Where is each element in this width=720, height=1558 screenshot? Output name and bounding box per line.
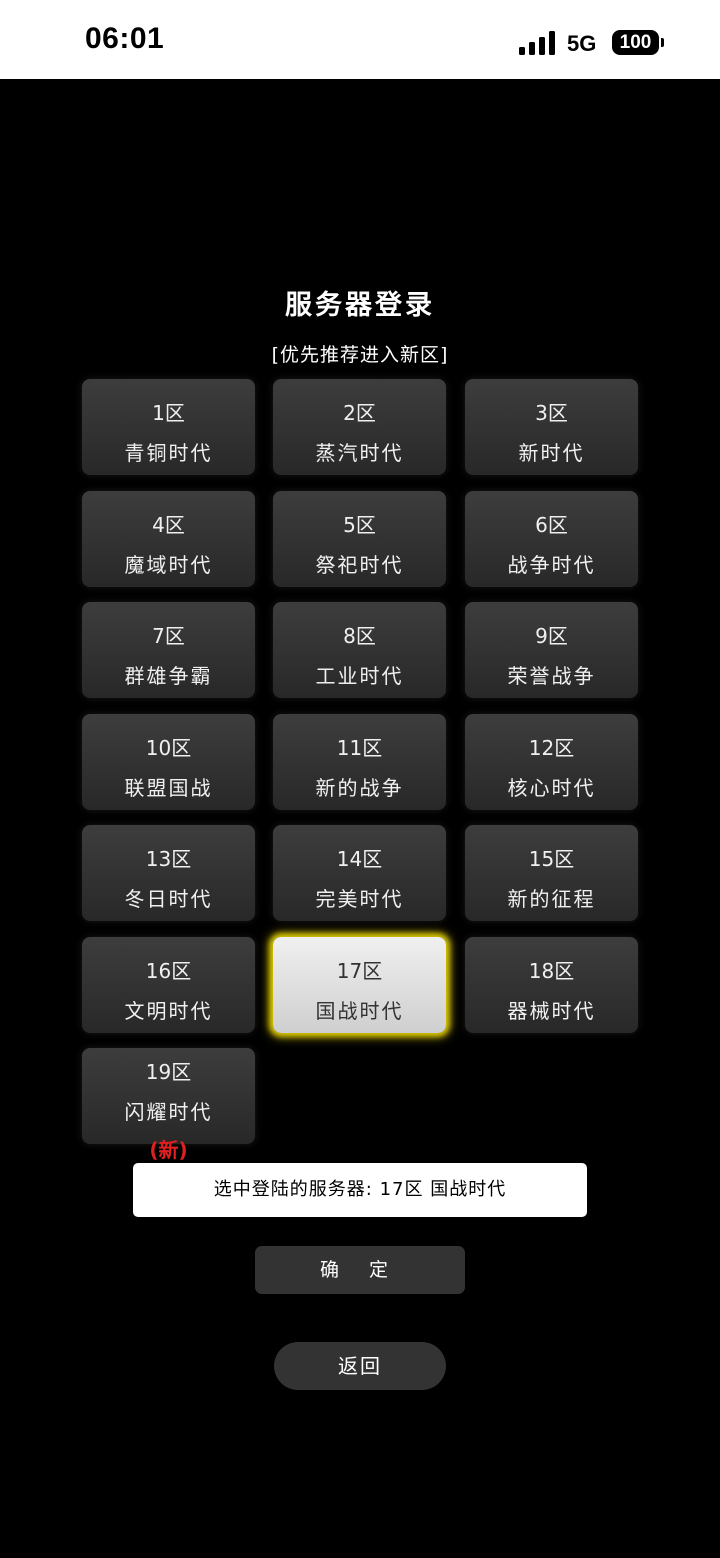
server-tile[interactable]: 17区国战时代 <box>273 937 446 1033</box>
server-name-label: 新的征程 <box>507 887 596 911</box>
server-zone-label: 17区 <box>336 959 383 983</box>
server-zone-label: 18区 <box>528 959 575 983</box>
server-name-label: 工业时代 <box>315 664 404 688</box>
server-name-label: 器械时代 <box>507 999 596 1023</box>
server-zone-label: 19区 <box>145 1060 192 1084</box>
server-zone-label: 7区 <box>152 624 185 648</box>
network-label: 5G <box>567 31 597 56</box>
server-zone-label: 13区 <box>145 847 192 871</box>
server-name-label: 魔域时代 <box>124 553 213 577</box>
server-zone-label: 16区 <box>145 959 192 983</box>
battery-icon: 100 <box>612 30 659 55</box>
server-tile[interactable]: 10区联盟国战 <box>82 714 255 810</box>
server-name-label: 闪耀时代 <box>124 1100 213 1124</box>
server-tile[interactable]: 12区核心时代 <box>465 714 638 810</box>
server-zone-label: 9区 <box>535 624 568 648</box>
status-time: 06:01 <box>85 22 165 55</box>
server-name-label: 核心时代 <box>507 776 596 800</box>
server-tile[interactable]: 9区荣誉战争 <box>465 602 638 698</box>
status-bar: 06:01 5G 100 <box>0 0 720 79</box>
server-tile[interactable]: 11区新的战争 <box>273 714 446 810</box>
server-name-label: 群雄争霸 <box>124 664 213 688</box>
server-tile[interactable]: 1区青铜时代 <box>82 379 255 475</box>
server-zone-label: 14区 <box>336 847 383 871</box>
server-tile[interactable]: 18区器械时代 <box>465 937 638 1033</box>
server-zone-label: 15区 <box>528 847 575 871</box>
server-tile[interactable]: 5区祭祀时代 <box>273 491 446 587</box>
server-zone-label: 4区 <box>152 513 185 537</box>
page-title: 服务器登录 <box>285 290 435 321</box>
server-zone-label: 12区 <box>528 736 575 760</box>
server-zone-label: 3区 <box>535 401 568 425</box>
server-name-label: 文明时代 <box>124 999 213 1023</box>
server-tile[interactable]: 6区战争时代 <box>465 491 638 587</box>
selected-server-label: 选中登陆的服务器: <box>213 1179 373 1200</box>
confirm-button[interactable]: 确 定 <box>255 1246 465 1294</box>
server-zone-label: 5区 <box>343 513 376 537</box>
server-zone-label: 8区 <box>343 624 376 648</box>
server-zone-label: 10区 <box>145 736 192 760</box>
server-zone-label: 11区 <box>336 736 383 760</box>
server-name-label: 联盟国战 <box>124 776 213 800</box>
server-tile[interactable]: 2区蒸汽时代 <box>273 379 446 475</box>
selected-server-display: 选中登陆的服务器: 17区 国战时代 <box>133 1163 587 1217</box>
server-zone-label: 2区 <box>343 401 376 425</box>
new-server-badge: (新) <box>149 1138 188 1162</box>
server-name-label: 战争时代 <box>507 553 596 577</box>
server-tile[interactable]: 16区文明时代 <box>82 937 255 1033</box>
battery-tip <box>661 38 664 47</box>
server-tile[interactable]: 8区工业时代 <box>273 602 446 698</box>
server-tile[interactable]: 14区完美时代 <box>273 825 446 921</box>
server-name-label: 青铜时代 <box>124 441 213 465</box>
server-tile[interactable]: 3区新时代 <box>465 379 638 475</box>
server-zone-label: 6区 <box>535 513 568 537</box>
server-name-label: 冬日时代 <box>124 887 213 911</box>
server-name-label: 新的战争 <box>315 776 404 800</box>
server-tile[interactable]: 13区冬日时代 <box>82 825 255 921</box>
server-tile[interactable]: 15区新的征程 <box>465 825 638 921</box>
server-name-label: 荣誉战争 <box>507 664 596 688</box>
back-button[interactable]: 返回 <box>274 1342 446 1390</box>
server-zone-label: 1区 <box>152 401 185 425</box>
server-name-label: 新时代 <box>518 441 585 465</box>
server-name-label: 完美时代 <box>315 887 404 911</box>
server-name-label: 国战时代 <box>315 999 404 1023</box>
server-tile[interactable]: 7区群雄争霸 <box>82 602 255 698</box>
page-subtitle: [优先推荐进入新区] <box>271 344 449 366</box>
server-name-label: 蒸汽时代 <box>315 441 404 465</box>
server-tile[interactable]: 19区闪耀时代 (新) <box>82 1048 255 1162</box>
cellular-signal-icon <box>519 31 557 55</box>
server-tile[interactable]: 4区魔域时代 <box>82 491 255 587</box>
selected-server-value: 17区 国战时代 <box>379 1179 507 1200</box>
server-name-label: 祭祀时代 <box>315 553 404 577</box>
